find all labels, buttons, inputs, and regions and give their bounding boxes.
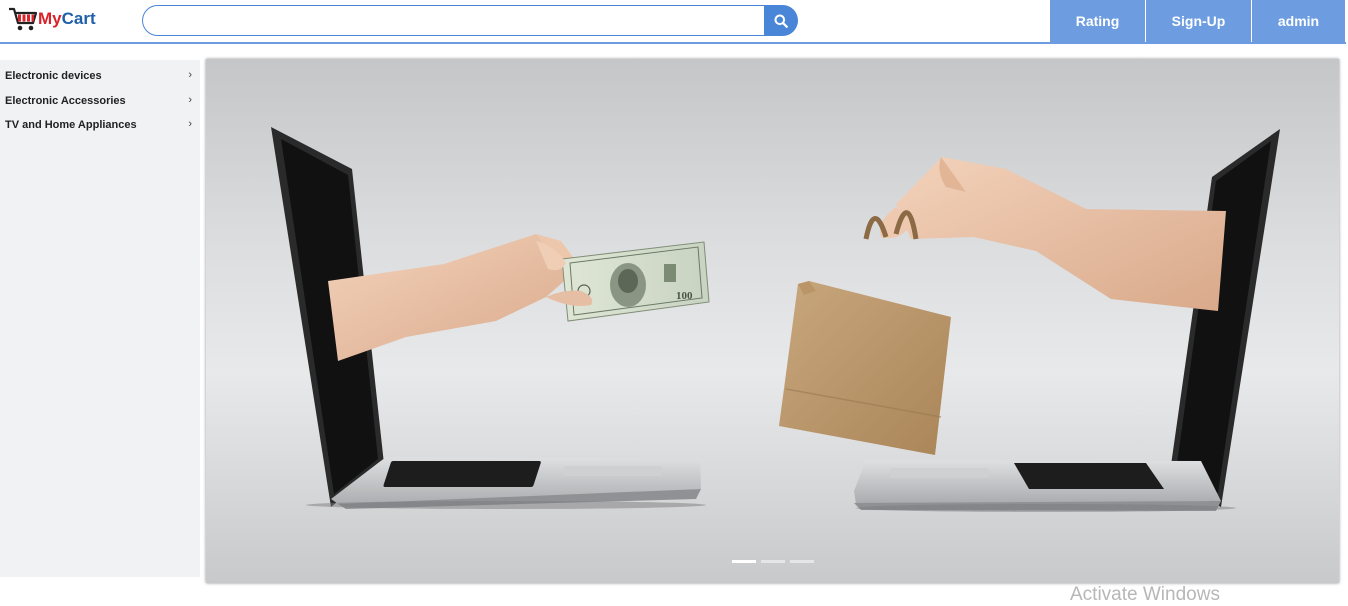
header-divider (0, 42, 1346, 44)
sidebar-item-tv-home-appliances[interactable]: TV and Home Appliances › (0, 113, 200, 138)
nav-rating-button[interactable]: Rating (1050, 0, 1146, 42)
sidebar-item-electronic-accessories[interactable]: Electronic Accessories › (0, 89, 200, 114)
top-header: MyCart Rating Sign-Up admin (0, 0, 1348, 42)
shopping-bag (779, 210, 951, 455)
carousel-indicator-1[interactable] (731, 560, 756, 563)
sidebar-item-electronic-devices[interactable]: Electronic devices › (0, 64, 200, 89)
carousel-indicator-2[interactable] (760, 560, 785, 563)
chevron-right-icon: › (188, 69, 192, 81)
logo[interactable]: MyCart (8, 5, 96, 33)
category-sidebar: Electronic devices › Electronic Accessor… (0, 60, 200, 577)
nav-admin-button[interactable]: admin (1252, 0, 1346, 42)
bill-denomination: 100 (676, 290, 693, 302)
hand-with-bag (880, 157, 1226, 311)
banner-carousel[interactable]: 100 (206, 59, 1339, 583)
nav-signup-button[interactable]: Sign-Up (1146, 0, 1252, 42)
banner-image: 100 (271, 127, 1280, 512)
sidebar-item-label: Electronic devices (5, 70, 102, 83)
logo-text-cart: Cart (61, 9, 96, 28)
search-icon (774, 14, 788, 28)
activate-windows-watermark: Activate Windows (1070, 584, 1220, 605)
sidebar-item-label: Electronic Accessories (5, 94, 126, 107)
chevron-right-icon: › (188, 118, 192, 130)
sidebar-item-label: TV and Home Appliances (5, 119, 137, 132)
carousel-indicator-3[interactable] (789, 560, 814, 563)
carousel-indicators (206, 560, 1339, 563)
search-button[interactable] (764, 5, 798, 36)
shopping-cart-icon (9, 7, 38, 31)
search-input[interactable] (142, 5, 777, 36)
logo-text: MyCart (38, 9, 96, 29)
top-nav: Rating Sign-Up admin (1050, 0, 1346, 42)
search-bar (142, 5, 798, 36)
logo-text-my: My (38, 9, 62, 28)
chevron-right-icon: › (188, 93, 192, 106)
hand-with-money: 100 (328, 234, 710, 361)
dollar-bill: 100 (561, 241, 710, 322)
